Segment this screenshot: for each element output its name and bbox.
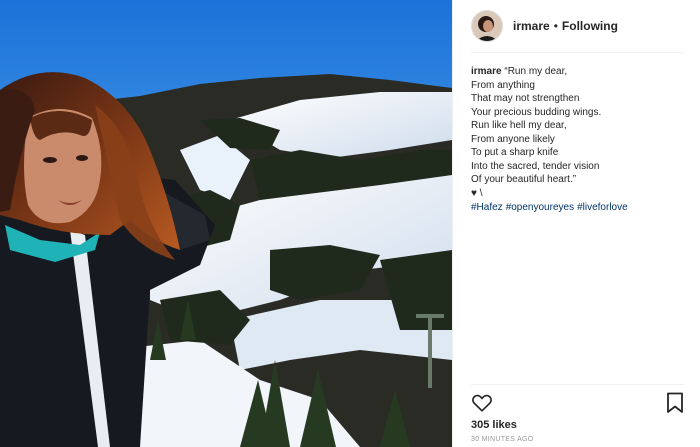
bookmark-icon[interactable] bbox=[666, 392, 684, 414]
actions-divider bbox=[471, 384, 684, 385]
post-timestamp: 30 MINUTES AGO bbox=[471, 436, 534, 443]
caption-text: ♥ \ bbox=[471, 187, 483, 199]
header-divider bbox=[471, 52, 684, 53]
post-details-panel: irmare • Following irmare “Run my dear, … bbox=[452, 0, 700, 447]
caption-text: “Run my dear, bbox=[504, 66, 568, 77]
caption-username[interactable]: irmare bbox=[471, 66, 502, 77]
caption-text: From anyone likely bbox=[471, 133, 555, 145]
post-photo[interactable] bbox=[0, 0, 452, 447]
post-header: irmare • Following bbox=[453, 0, 700, 52]
caption: irmare “Run my dear, From anything That … bbox=[471, 65, 686, 215]
photo-illustration bbox=[0, 0, 452, 447]
header-username[interactable]: irmare bbox=[513, 19, 550, 33]
hashtag-link[interactable]: #Hafez bbox=[471, 202, 503, 213]
hashtag-link[interactable]: #openyoureyes bbox=[506, 202, 574, 213]
caption-text: Your precious budding wings. bbox=[471, 106, 602, 118]
heart-icon[interactable] bbox=[471, 392, 493, 414]
post-actions bbox=[471, 392, 684, 414]
avatar-image bbox=[472, 11, 502, 41]
likes-count[interactable]: 305 likes bbox=[471, 419, 517, 431]
hashtag-link[interactable]: #liveforlove bbox=[577, 202, 628, 213]
caption-text: Run like hell my dear, bbox=[471, 120, 567, 131]
caption-text: From anything bbox=[471, 79, 535, 91]
header-separator: • bbox=[553, 19, 558, 33]
avatar[interactable] bbox=[471, 10, 503, 42]
caption-text: To put a sharp knife bbox=[471, 147, 559, 158]
hashtags: #Hafez #openyoureyes #liveforlove bbox=[471, 201, 686, 215]
caption-text: That may not strengthen bbox=[471, 93, 580, 104]
caption-text: Of your beautiful heart.” bbox=[471, 174, 577, 185]
follow-status-button[interactable]: Following bbox=[562, 19, 618, 33]
caption-line: irmare “Run my dear, bbox=[471, 65, 686, 79]
caption-text: Into the sacred, tender vision bbox=[471, 160, 600, 172]
